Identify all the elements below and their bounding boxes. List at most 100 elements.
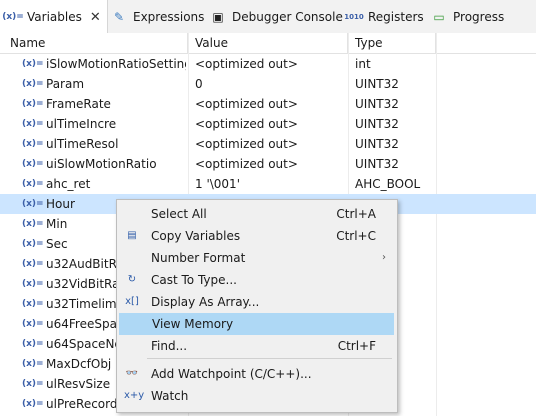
variable-name-cell: (x)= uiSlowMotionRatio [22, 154, 186, 174]
variable-icon: (x)= [22, 279, 44, 289]
context-menu: Select All Ctrl+A ▤ Copy Variables Ctrl+C Num… [116, 199, 398, 413]
column-header: Name Value Type [0, 33, 536, 54]
submenu-arrow-icon: › [382, 252, 386, 263]
variable-name: ulResvSize [46, 377, 111, 391]
variable-name: ahc_ret [46, 177, 91, 191]
variable-icon: (x)= [22, 199, 44, 209]
menu-item-shortcut: Ctrl+C [336, 229, 376, 243]
variable-name-cell: (x)= Param [22, 74, 186, 94]
tab-registers[interactable]: 1010 Registers [344, 0, 424, 33]
variable-icon: (x)= [22, 79, 44, 89]
variable-type: int [355, 57, 371, 71]
variable-name: ulPreRecord [46, 397, 118, 411]
menu-item-label: Number Format [151, 251, 246, 265]
variable-value[interactable]: <optimized out> [195, 154, 345, 174]
close-icon[interactable]: ✕ [90, 10, 101, 25]
copy-icon: ▤ [127, 230, 137, 241]
table-row[interactable]: (x)= iSlowMotionRatioSetting <optimized ou… [0, 54, 536, 74]
variable-value[interactable]: <optimized out> [195, 134, 345, 154]
variable-name: Sec [46, 237, 68, 251]
variable-name: Hour [46, 197, 75, 211]
watchpoint-icon: 👓 [125, 368, 139, 379]
console-icon: ▣ [212, 9, 224, 24]
view-tab-bar: (x)= Variables ✕ ✎ Expressions ▣ Debugge… [0, 0, 536, 34]
menu-item-label: Copy Variables [151, 229, 241, 243]
variable-icon: (x)= [22, 219, 44, 229]
column-header-value[interactable]: Value [188, 33, 348, 53]
variable-name: u32AudBitRa [46, 257, 125, 271]
tab-debugger-console[interactable]: ▣ Debugger Console [209, 0, 343, 33]
menu-item-find[interactable]: Find... Ctrl+F [118, 335, 394, 357]
variable-name: Min [46, 217, 68, 231]
menu-item-label: Cast To Type... [151, 273, 237, 287]
table-row[interactable]: (x)= ulTimeResol <optimized out> UINT32 [0, 134, 536, 154]
variable-icon: (x)= [22, 259, 44, 269]
table-row[interactable]: (x)= Param 0 UINT32 [0, 74, 536, 94]
table-row[interactable]: (x)= ahc_ret 1 '\001' AHC_BOOL [0, 174, 536, 194]
variable-icon: (x)= [22, 339, 44, 349]
menu-item-label: Add Watchpoint (C/C++)... [151, 367, 312, 381]
array-icon: x[] [125, 296, 139, 307]
variables-icon: (x)= [2, 12, 24, 22]
menu-item-cast-to-type[interactable]: ↻ Cast To Type... [118, 269, 394, 291]
menu-item-display-as-array[interactable]: x[] Display As Array... [118, 291, 394, 313]
variable-icon: (x)= [22, 159, 44, 169]
variable-icon: (x)= [22, 139, 44, 149]
menu-item-label: View Memory [152, 317, 234, 331]
variable-value[interactable]: <optimized out> [195, 94, 345, 114]
variable-name-cell: (x)= ulTimeIncre [22, 114, 186, 134]
tab-expressions[interactable]: ✎ Expressions [110, 0, 204, 33]
variable-icon: (x)= [22, 179, 44, 189]
variable-name: ulTimeResol [46, 137, 119, 151]
menu-item-select-all[interactable]: Select All Ctrl+A [118, 203, 394, 225]
menu-item-number-format[interactable]: Number Format › [118, 247, 394, 269]
table-row[interactable]: (x)= uiSlowMotionRatio <optimized out> UINT… [0, 154, 536, 174]
variable-type: UINT32 [355, 157, 399, 171]
variable-type: UINT32 [355, 137, 399, 151]
menu-item-view-memory[interactable]: View Memory [119, 313, 394, 335]
variable-name-cell: (x)= ahc_ret [22, 174, 186, 194]
variable-name: u64SpaceNe [46, 337, 122, 351]
menu-item-shortcut: Ctrl+F [337, 339, 376, 353]
variable-name: uiSlowMotionRatio [46, 157, 157, 171]
column-header-type[interactable]: Type [348, 33, 436, 53]
variable-name: Param [46, 77, 85, 91]
variable-value[interactable]: <optimized out> [195, 114, 345, 134]
tab-variables[interactable]: (x)= Variables ✕ [0, 0, 108, 34]
variable-icon: (x)= [22, 379, 44, 389]
table-row[interactable]: (x)= FrameRate <optimized out> UINT32 [0, 94, 536, 114]
variable-name-cell: (x)= ulTimeResol [22, 134, 186, 154]
variable-icon: (x)= [22, 299, 44, 309]
variable-value[interactable]: 1 '\001' [195, 174, 345, 194]
variable-type: AHC_BOOL [355, 177, 421, 191]
menu-item-shortcut: Ctrl+A [336, 207, 376, 221]
variable-type: UINT32 [355, 117, 399, 131]
tab-progress[interactable]: ▭ Progress [430, 0, 504, 33]
variable-value[interactable]: <optimized out> [195, 54, 345, 74]
variable-icon: (x)= [22, 399, 44, 409]
variable-name: u64FreeSpac [46, 317, 124, 331]
variable-value[interactable]: 0 [195, 74, 345, 94]
cast-icon: ↻ [127, 274, 137, 285]
variable-type: UINT32 [355, 97, 399, 111]
menu-item-watch[interactable]: x+y Watch [118, 385, 394, 407]
variable-icon: (x)= [22, 319, 44, 329]
variable-icon: (x)= [22, 359, 44, 369]
tab-registers-label: Registers [368, 9, 424, 24]
progress-icon: ▭ [433, 9, 445, 24]
variable-icon: (x)= [22, 59, 44, 69]
variable-icon: (x)= [22, 119, 44, 129]
variable-icon: (x)= [22, 99, 44, 109]
column-header-name[interactable]: Name [0, 33, 188, 53]
variable-name: FrameRate [46, 97, 111, 111]
menu-item-copy-variables[interactable]: ▤ Copy Variables Ctrl+C [118, 225, 394, 247]
menu-item-label: Select All [151, 207, 207, 221]
tab-progress-label: Progress [453, 9, 505, 24]
variable-name: ulTimeIncre [46, 117, 117, 131]
menu-item-label: Find... [151, 339, 188, 353]
variable-name: u32Timelimit [46, 297, 125, 311]
table-row[interactable]: (x)= ulTimeIncre <optimized out> UINT32 [0, 114, 536, 134]
variable-name: iSlowMotionRatioSetting [46, 57, 186, 71]
expressions-icon: ✎ [113, 9, 125, 24]
menu-item-add-watchpoint-c-c[interactable]: 👓 Add Watchpoint (C/C++)... [118, 363, 394, 385]
